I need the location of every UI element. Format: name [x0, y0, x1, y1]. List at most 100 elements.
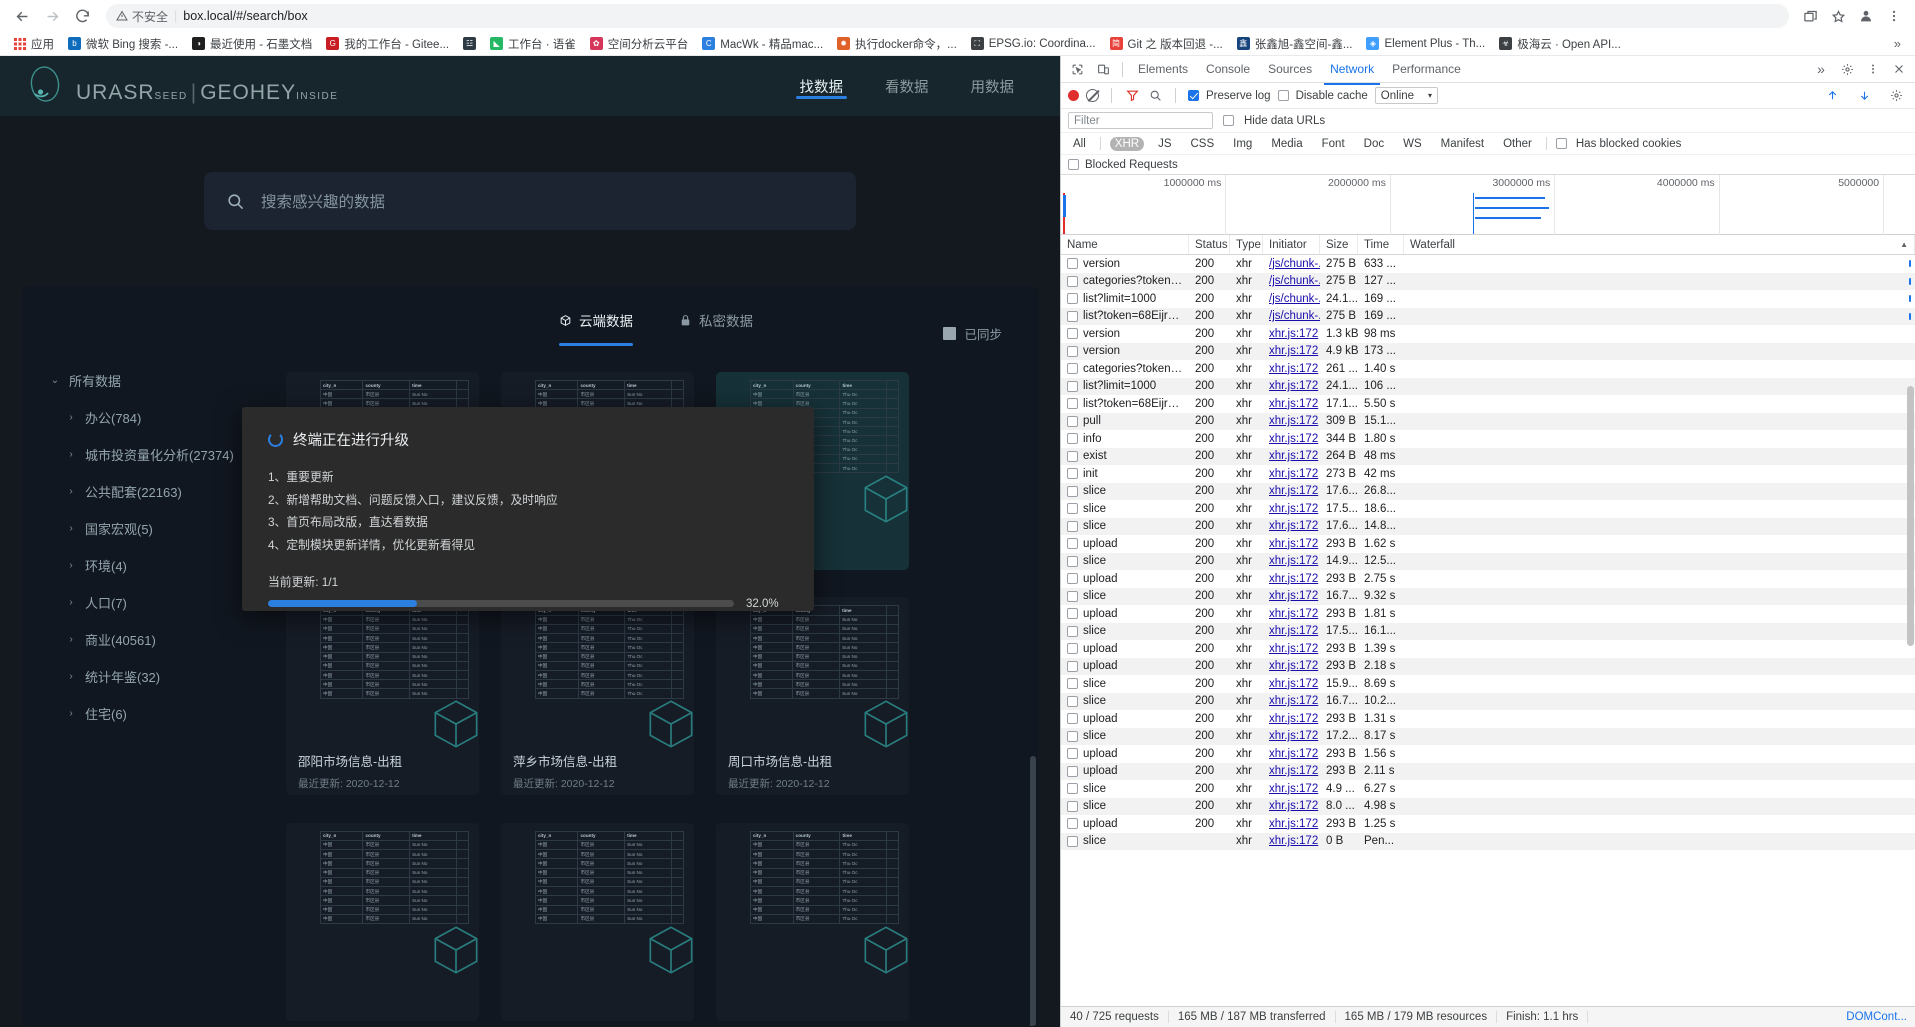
dataset-card[interactable]: city_ncountytime中国市区县Sun No中国市区县Sun No中国… [501, 822, 694, 1021]
initiator-link[interactable]: xhr.js:172 [1269, 380, 1318, 392]
network-overview[interactable]: 1000000 ms 2000000 ms 3000000 ms 4000000 ms… [1061, 175, 1915, 235]
table-row[interactable]: exist 200 xhr xhr.js:172 264 B 48 ms [1061, 447, 1915, 465]
table-row[interactable]: slice 200 xhr xhr.js:172 16.7... 9.32 s [1061, 587, 1915, 605]
tree-item[interactable]: › 商业(40561) [22, 621, 274, 658]
tree-item[interactable]: › 公共配套(22163) [22, 473, 274, 510]
column-header-size[interactable]: Size [1320, 235, 1358, 254]
table-row[interactable]: slice 200 xhr xhr.js:172 4.9 ... 6.27 s [1061, 780, 1915, 798]
network-filter-input[interactable]: Filter [1068, 112, 1213, 129]
site-nav-item[interactable]: 找数据 [795, 56, 848, 116]
requests-scrollbar[interactable] [1907, 386, 1914, 646]
table-row[interactable]: slice 200 xhr xhr.js:172 16.7... 10.2... [1061, 692, 1915, 710]
column-header-status[interactable]: Status [1189, 235, 1230, 254]
request-checkbox[interactable] [1067, 695, 1078, 707]
import-har-icon[interactable] [1820, 85, 1844, 107]
initiator-link[interactable]: xhr.js:172 [1269, 608, 1318, 620]
bookmark-item[interactable]: G 我的工作台 - Gitee... [319, 34, 456, 54]
table-row[interactable]: slice 200 xhr xhr.js:172 17.2... 8.17 s [1061, 727, 1915, 745]
bookmark-item[interactable]: ◈ Element Plus - Th... [1359, 35, 1492, 52]
initiator-link[interactable]: xhr.js:172 [1269, 328, 1318, 340]
table-row[interactable]: list?token=68Eijrdyh... 200 xhr/js/chunk-.… [1061, 307, 1915, 325]
request-checkbox[interactable] [1067, 258, 1078, 270]
table-row[interactable]: slice 200 xhr xhr.js:172 17.6... 26.8... [1061, 482, 1915, 500]
request-checkbox[interactable] [1067, 380, 1078, 392]
table-row[interactable]: list?limit=1000 200 xhr xhr.js:172 24.1... 10… [1061, 377, 1915, 395]
table-row[interactable]: version 200 xhr xhr.js:172 4.9 kB 173 ... [1061, 342, 1915, 360]
initiator-link[interactable]: xhr.js:172 [1269, 590, 1318, 602]
initiator-link[interactable]: xhr.js:172 [1269, 415, 1318, 427]
profile-avatar-icon[interactable] [1853, 3, 1879, 29]
table-row[interactable]: upload 200 xhr xhr.js:172 293 B 2.18 s [1061, 657, 1915, 675]
table-row[interactable]: upload 200 xhr xhr.js:172 293 B 1.25 s [1061, 815, 1915, 833]
devtools-tab[interactable]: Elements [1130, 58, 1196, 80]
column-header-time[interactable]: Time [1358, 235, 1404, 254]
tree-item[interactable]: › 统计年鉴(32) [22, 658, 274, 695]
data-tab[interactable]: 私密数据 [679, 310, 753, 346]
site-nav-item[interactable]: 看数据 [881, 56, 933, 116]
table-row[interactable]: slice xhr xhr.js:172 0 B Pen... [1061, 832, 1915, 850]
dataset-card[interactable]: city_ncountytime中国市区县Sun No中国市区县Sun No中国… [286, 597, 479, 796]
bookmark-item[interactable]: C MacWk - 精品mac... [695, 34, 830, 54]
table-row[interactable]: upload 200 xhr xhr.js:172 293 B 1.31 s [1061, 710, 1915, 728]
page-scrollbar[interactable] [1030, 756, 1036, 1026]
column-header-initiator[interactable]: Initiator [1263, 235, 1320, 254]
initiator-link[interactable]: xhr.js:172 [1269, 398, 1318, 410]
site-nav-item[interactable]: 用数据 [967, 56, 1019, 116]
share-icon[interactable] [1797, 3, 1823, 29]
initiator-link[interactable]: /js/chunk-... [1269, 258, 1320, 270]
request-checkbox[interactable] [1067, 433, 1078, 445]
initiator-link[interactable]: xhr.js:172 [1269, 450, 1318, 462]
chrome-menu-icon[interactable] [1881, 3, 1907, 29]
request-checkbox[interactable] [1067, 643, 1078, 655]
request-checkbox[interactable] [1067, 310, 1078, 322]
bookmark-item[interactable]: ☣ 极海云 · Open API... [1492, 34, 1628, 54]
resource-type-filter[interactable]: Font [1317, 137, 1350, 151]
initiator-link[interactable]: xhr.js:172 [1269, 730, 1318, 742]
resource-type-filter[interactable]: Doc [1359, 137, 1389, 151]
table-row[interactable]: slice 200 xhr xhr.js:172 14.9... 12.5... [1061, 552, 1915, 570]
request-checkbox[interactable] [1067, 275, 1078, 287]
request-checkbox[interactable] [1067, 293, 1078, 305]
initiator-link[interactable]: /js/chunk-... [1269, 293, 1320, 305]
blocked-requests-checkbox[interactable] [1068, 159, 1079, 170]
dataset-card[interactable]: city_ncountytime中国市区县Thu Oc中国市区县Thu Oc中国… [501, 597, 694, 796]
requests-table-body[interactable]: version 200 xhr/js/chunk-... 275 B 633 ... ca… [1061, 255, 1915, 1006]
initiator-link[interactable]: xhr.js:172 [1269, 695, 1318, 707]
tree-item[interactable]: › 住宅(6) [22, 695, 274, 732]
forward-button[interactable] [38, 2, 66, 30]
resource-type-filter[interactable]: Manifest [1436, 137, 1489, 151]
table-row[interactable]: upload 200 xhr xhr.js:172 293 B 2.75 s [1061, 570, 1915, 588]
initiator-link[interactable]: xhr.js:172 [1269, 660, 1318, 672]
resource-type-filter[interactable]: All [1068, 137, 1091, 151]
dataset-card[interactable]: city_ncountytime中国市区县Sun No中国市区县Sun No中国… [286, 822, 479, 1021]
initiator-link[interactable]: /js/chunk-... [1269, 275, 1320, 287]
request-checkbox[interactable] [1067, 818, 1078, 830]
request-checkbox[interactable] [1067, 328, 1078, 340]
table-row[interactable]: categories?token=68... 200 xhr xhr.js:172 26… [1061, 360, 1915, 378]
table-row[interactable]: list?limit=1000 200 xhr/js/chunk-... 24.1..… [1061, 290, 1915, 308]
bookmark-item[interactable]: ✿ 空间分析云平台 [583, 34, 696, 54]
column-header-name[interactable]: Name [1061, 235, 1189, 254]
table-row[interactable]: upload 200 xhr xhr.js:172 293 B 2.11 s [1061, 762, 1915, 780]
devtools-menu-icon[interactable] [1861, 58, 1885, 80]
table-row[interactable]: slice 200 xhr xhr.js:172 15.9... 8.69 s [1061, 675, 1915, 693]
devtools-more-tabs-icon[interactable]: » [1809, 58, 1833, 80]
table-row[interactable]: slice 200 xhr xhr.js:172 17.6... 14.8... [1061, 517, 1915, 535]
devtools-settings-gear-icon[interactable] [1835, 58, 1859, 80]
table-row[interactable]: version 200 xhr xhr.js:172 1.3 kB 98 ms [1061, 325, 1915, 343]
devtools-close-icon[interactable] [1887, 58, 1911, 80]
initiator-link[interactable]: xhr.js:172 [1269, 573, 1318, 585]
back-button[interactable] [8, 2, 36, 30]
bookmark-item[interactable]: ✹ 执行docker命令，... [830, 34, 964, 54]
resource-type-filter[interactable]: Media [1266, 137, 1307, 151]
request-checkbox[interactable] [1067, 730, 1078, 742]
request-checkbox[interactable] [1067, 555, 1078, 567]
initiator-link[interactable]: xhr.js:172 [1269, 503, 1318, 515]
tree-item[interactable]: › 人口(7) [22, 584, 274, 621]
request-checkbox[interactable] [1067, 450, 1078, 462]
request-checkbox[interactable] [1067, 363, 1078, 375]
table-row[interactable]: upload 200 xhr xhr.js:172 293 B 1.81 s [1061, 605, 1915, 623]
tree-item[interactable]: › 国家宏观(5) [22, 510, 274, 547]
clear-network-log-icon[interactable] [1086, 89, 1099, 102]
request-checkbox[interactable] [1067, 415, 1078, 427]
